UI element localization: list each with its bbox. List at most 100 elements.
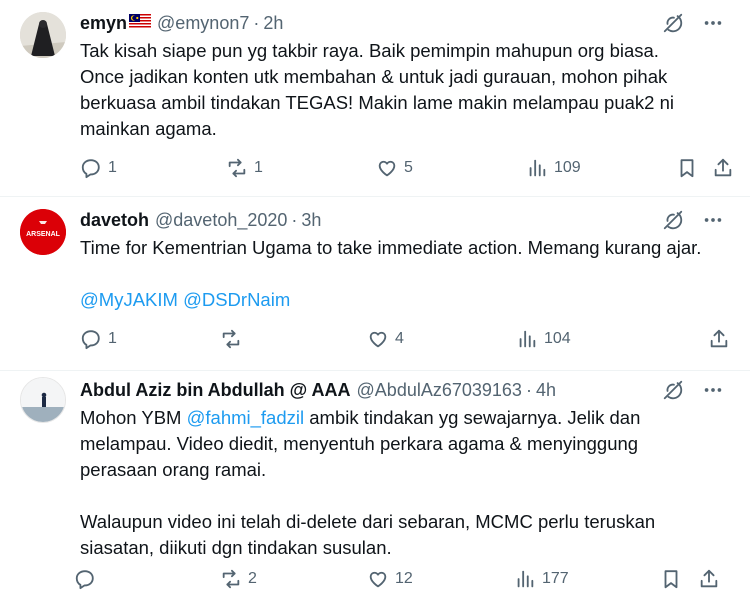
text-segment: Mohon YBM (80, 407, 187, 428)
views-button[interactable]: 104 (516, 328, 571, 350)
tweet-text-line: melampau. Video diedit, menyentuh perkar… (80, 433, 639, 454)
timestamp[interactable]: 3h (301, 210, 321, 231)
like-button[interactable]: 4 (367, 328, 404, 350)
share-button[interactable] (712, 157, 734, 179)
tweet-text: Tak kisah siape pun yg takbir raya. Baik… (80, 38, 726, 142)
tweet-actions: 1 4 104 (80, 328, 728, 354)
like-count: 4 (395, 330, 404, 347)
view-count: 104 (544, 330, 571, 347)
tweet-text-line: Mohon YBM @fahmi_fadzil ambik tindakan y… (80, 405, 726, 431)
more-options-icon[interactable] (702, 209, 724, 231)
separator-dot: · (291, 209, 298, 230)
tweet-top-icons (662, 12, 724, 34)
tweet-text-line: mainkan agama. (80, 118, 217, 139)
views-button[interactable]: 177 (514, 568, 569, 590)
mention-link[interactable]: @DSDrNaim (183, 289, 290, 310)
tweet-text-line: perasaan orang ramai. (80, 459, 267, 480)
view-count: 177 (542, 570, 569, 587)
tweet-text-line (80, 483, 726, 509)
heart-icon (369, 571, 387, 588)
repost-count: 1 (254, 159, 263, 176)
grok-icon[interactable] (662, 12, 684, 34)
malaysia-flag-icon (129, 13, 152, 34)
like-button[interactable]: 5 (376, 157, 413, 179)
tweet-header: davetoh @davetoh_2020 · 3h (80, 208, 660, 232)
tweet-text-line: Once jadikan konten utk membahan & untuk… (80, 66, 668, 87)
tweet-text: Mohon YBM @fahmi_fadzil ambik tindakan y… (80, 405, 726, 561)
bookmark-button[interactable] (660, 568, 682, 590)
reply-icon (75, 570, 94, 590)
repost-button[interactable]: 1 (226, 157, 263, 179)
like-count: 12 (395, 570, 413, 587)
tweet-actions: 2 12 177 (75, 568, 726, 594)
grok-icon[interactable] (662, 379, 684, 401)
display-name[interactable]: davetoh (80, 210, 149, 231)
reply-icon (81, 159, 100, 179)
repost-icon (222, 569, 240, 589)
tweet-text-line: Tak kisah siape pun yg takbir raya. Baik… (80, 40, 659, 61)
tweet-text-line: Walaupun video ini telah di-delete dari … (80, 511, 656, 532)
views-icon (517, 570, 534, 588)
display-name[interactable]: emyn (80, 13, 127, 34)
like-button[interactable]: 12 (367, 568, 413, 590)
tweet-header: Abdul Aziz bin Abdullah @ AAA @AbdulAz67… (80, 378, 660, 402)
repost-icon (222, 329, 240, 349)
views-icon (529, 159, 546, 177)
separator-dot: · (525, 379, 532, 400)
repost-icon (228, 158, 246, 178)
reply-button[interactable]: 1 (80, 157, 117, 179)
display-name[interactable]: Abdul Aziz bin Abdullah @ AAA (80, 380, 351, 401)
reply-button[interactable] (74, 568, 102, 590)
bookmark-icon (664, 570, 678, 589)
reply-count: 1 (108, 330, 117, 347)
tweet-text-line: berkuasa ambil tindakan TEGAS! Makin lam… (80, 92, 675, 113)
grok-icon[interactable] (662, 209, 684, 231)
handle[interactable]: @emynon7 (157, 13, 249, 34)
like-count: 5 (404, 159, 413, 176)
tweet-mentions-line: @MyJAKIM @DSDrNaim (80, 287, 726, 313)
handle[interactable]: @AbdulAz67039163 (357, 380, 522, 401)
repost-button[interactable] (220, 328, 248, 350)
avatar[interactable] (20, 377, 66, 423)
reply-count: 1 (108, 159, 117, 176)
timestamp[interactable]: 2h (263, 13, 283, 34)
avatar[interactable]: ARSENAL (20, 209, 66, 255)
bookmark-icon (680, 159, 694, 178)
tweet[interactable]: Abdul Aziz bin Abdullah @ AAA @AbdulAz67… (0, 371, 750, 603)
avatar[interactable] (20, 12, 66, 58)
share-button[interactable] (708, 328, 730, 350)
mention-link[interactable]: @MyJAKIM (80, 289, 178, 310)
reply-button[interactable]: 1 (80, 328, 117, 350)
share-icon (700, 569, 718, 588)
tweet-text-line: Time for Kementrian Ugama to take immedi… (80, 237, 702, 258)
handle[interactable]: @davetoh_2020 (155, 210, 287, 231)
tweet[interactable]: ARSENAL davetoh @davetoh_2020 · 3h Time … (0, 197, 750, 371)
avatar-arsenal-text: ARSENAL (26, 231, 61, 238)
bookmark-button[interactable] (676, 157, 698, 179)
timestamp[interactable]: 4h (536, 380, 556, 401)
heart-icon (369, 331, 387, 348)
more-options-icon[interactable] (702, 12, 724, 34)
tweet-actions: 1 1 5 109 (80, 157, 732, 183)
share-icon (710, 329, 728, 348)
heart-icon (378, 160, 396, 177)
tweet-text: Time for Kementrian Ugama to take immedi… (80, 235, 726, 313)
text-segment: ambik tindakan yg sewajarnya. Jelik dan (304, 407, 641, 428)
tweet-text-line: siasatan, diikuti dgn tindakan susulan. (80, 537, 392, 558)
separator-dot: · (253, 12, 260, 33)
tweet-text-line (80, 261, 726, 287)
tweet-header: emyn @emynon7 · 2h (80, 11, 660, 35)
repost-count: 2 (248, 570, 257, 587)
share-icon (714, 158, 732, 177)
tweet[interactable]: emyn @emynon7 · 2h Tak kisah siape pun y… (0, 0, 750, 197)
views-button[interactable]: 109 (526, 157, 581, 179)
tweet-top-icons (662, 379, 724, 401)
share-button[interactable] (698, 568, 720, 590)
more-options-icon[interactable] (702, 379, 724, 401)
reply-icon (81, 330, 100, 350)
tweet-top-icons (662, 209, 724, 231)
repost-button[interactable]: 2 (220, 568, 257, 590)
view-count: 109 (554, 159, 581, 176)
views-icon (519, 330, 536, 348)
mention-link[interactable]: @fahmi_fadzil (187, 407, 305, 428)
